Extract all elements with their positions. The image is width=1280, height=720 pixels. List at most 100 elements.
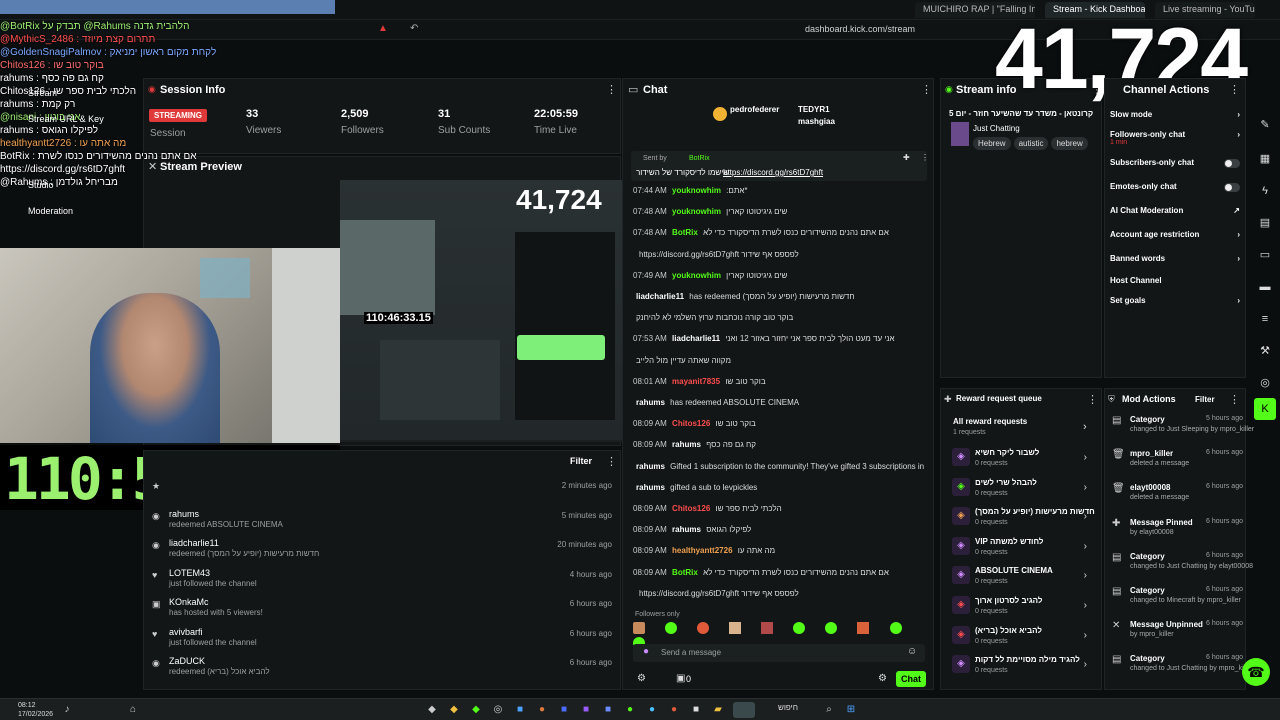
chat-message[interactable]: 07:44 AM youknowhim :אתם*	[633, 186, 925, 195]
document-icon[interactable]: ▤	[1254, 212, 1276, 234]
gear-icon[interactable]: ⚙	[878, 673, 887, 684]
obs-menu-studio[interactable]: Studio	[28, 178, 104, 192]
activity-item[interactable]: ◉ ZaDUCK redeemed להביא אוכל (בריא) 6 ho…	[150, 656, 620, 684]
chat-message[interactable]: 07:48 AM youknowhim שים גיגיטוטו קארין	[633, 207, 925, 216]
chevron-right-icon[interactable]: ›	[1083, 421, 1087, 433]
emote-icon[interactable]	[793, 622, 806, 634]
chat-message[interactable]: https://discord.gg/rs6tD7ghft לפספס אף ש…	[633, 250, 925, 259]
mic-icon[interactable]: ●	[643, 646, 649, 657]
channel-action-item[interactable]: Followers-only chat 1 min ›	[1110, 130, 1240, 148]
app-icon[interactable]: ●	[667, 703, 681, 717]
record-icon[interactable]: ▲	[378, 23, 388, 34]
app-icon[interactable]: ■	[557, 703, 571, 717]
chat-username[interactable]: rahums	[672, 440, 701, 449]
chat-input-box[interactable]: ● Send a message ☺	[633, 644, 925, 662]
chat-message[interactable]: 08:09 AM rahums לפיקלו הגואס	[633, 525, 925, 534]
chat-username[interactable]: liadcharlie11	[636, 292, 684, 301]
more-icon[interactable]: ⋮	[1229, 393, 1240, 406]
grid-icon[interactable]: ▦	[1254, 148, 1276, 170]
emote-icon[interactable]	[665, 622, 678, 634]
pin-icon[interactable]: ✚	[903, 153, 910, 162]
network-icon[interactable]: ⌂	[126, 703, 140, 717]
chat-icon[interactable]: ▭	[1254, 244, 1276, 266]
more-icon[interactable]: ⋮	[921, 153, 929, 162]
emote-icon[interactable]	[729, 622, 742, 634]
chat-message[interactable]: 08:09 AM Chitos126 הלכתי לבית ספר שו	[633, 504, 925, 513]
app-icon[interactable]: ●	[535, 703, 549, 717]
chat-username[interactable]: mayanit7835	[672, 377, 720, 386]
app-icon[interactable]: ◆	[425, 703, 439, 717]
activity-item[interactable]: ♥ LOTEM43 just followed the channel 4 ho…	[150, 568, 620, 596]
app-icon[interactable]: ■	[601, 703, 615, 717]
undo-icon[interactable]: ↶	[410, 23, 418, 34]
chat-username[interactable]: youknowhim	[672, 271, 721, 280]
chat-username[interactable]: youknowhim	[672, 186, 721, 195]
mod-action-item[interactable]: ▤ Category 5 hours ago changed to Just S…	[1110, 415, 1254, 451]
settings-icon[interactable]: ⚙	[637, 673, 646, 684]
channel-action-item[interactable]: Account age restriction ›	[1110, 230, 1240, 248]
tag[interactable]: autistic	[1013, 137, 1049, 150]
reward-item[interactable]: ◈ VIP לחודש למשתה 0 requests ›	[950, 535, 1095, 563]
chat-username[interactable]: rahums	[672, 525, 701, 534]
chat-message[interactable]: 08:09 AM Chitos126 בוקר טוב שו	[633, 419, 925, 428]
app-icon[interactable]: ■	[513, 703, 527, 717]
more-icon[interactable]: ⋮	[1229, 83, 1240, 96]
activity-item[interactable]: ◉ rahums redeemed ABSOLUTE CINEMA 5 minu…	[150, 509, 620, 537]
tag[interactable]: Hebrew	[973, 137, 1011, 150]
chat-message[interactable]: rahums Gifted 1 subscription to the comm…	[633, 462, 925, 471]
windows-start-icon[interactable]: ⊞	[844, 703, 858, 717]
people-icon[interactable]: ◎	[1254, 372, 1276, 394]
chat-username[interactable]: Chitos126	[672, 504, 710, 513]
chat-username[interactable]: BotRix	[672, 568, 698, 577]
layers-icon[interactable]: ≡	[1254, 308, 1276, 330]
activity-item[interactable]: ◉ liadcharlie11 redeemed חדשות מרעישות (…	[150, 538, 620, 566]
channel-action-item[interactable]: Emotes-only chat	[1110, 182, 1240, 200]
chat-message[interactable]: rahums gifted a sub to levpickles	[633, 483, 925, 492]
gift-icon[interactable]: ▣	[676, 673, 685, 684]
toggle-switch[interactable]	[1224, 159, 1240, 168]
mod-action-item[interactable]: 🗑 elayt00008 6 hours ago deleted a messa…	[1110, 483, 1245, 519]
app-icon[interactable]: ◎	[491, 703, 505, 717]
more-icon[interactable]: ⋮	[921, 83, 932, 96]
activity-user[interactable]: KOnkaMc	[169, 597, 209, 607]
chat-username[interactable]: youknowhim	[672, 207, 721, 216]
folder-icon[interactable]: ▰	[711, 703, 725, 717]
reward-item[interactable]: ◈ חדשות מרעישות (יופיע על המסך) 0 reques…	[950, 505, 1095, 533]
emote-icon[interactable]	[697, 622, 710, 634]
emote-icon[interactable]	[761, 622, 774, 634]
obs-menu-moderation[interactable]: Moderation	[28, 204, 104, 218]
reward-item[interactable]: ◈ להגיד מילה מסויימת לל דקות 0 requests …	[950, 653, 1095, 681]
chat-message[interactable]: https://discord.gg/rs6tD7ghft לפספס אף ש…	[633, 589, 925, 598]
chat-username[interactable]: Chitos126	[672, 419, 710, 428]
activity-user[interactable]: avivbarfi	[169, 627, 203, 637]
chat-message[interactable]: 08:09 AM rahums קח גם פה כסף	[633, 440, 925, 449]
url-field[interactable]: dashboard.kick.com/stream	[805, 24, 915, 34]
app-icon[interactable]: ◆	[447, 703, 461, 717]
stream-preview-video[interactable]: 41,724 110:46:33.15	[340, 180, 622, 442]
mod-filter-button[interactable]: Filter	[1195, 395, 1215, 404]
reward-item[interactable]: ◈ להביא אוכל (בריא) 0 requests ›	[950, 624, 1095, 652]
mod-action-item[interactable]: ▤ Category 6 hours ago changed to Minecr…	[1110, 586, 1245, 622]
activity-filter-button[interactable]: Filter	[570, 456, 592, 466]
chat-username[interactable]: liadcharlie11	[672, 334, 720, 343]
chat-message[interactable]: liadcharlie11 has redeemed חדשות מרעישות…	[633, 292, 925, 301]
emote-icon[interactable]	[633, 622, 645, 634]
reward-item[interactable]: ◈ להגיב לסרטון ארוך 0 requests ›	[950, 594, 1095, 622]
channel-action-item[interactable]: Slow mode ›	[1110, 110, 1240, 128]
app-thumbnail[interactable]	[733, 702, 755, 718]
mod-action-item[interactable]: ✚ Message Pinned 6 hours ago by elayt000…	[1110, 518, 1245, 554]
video-icon[interactable]: ▬	[1254, 276, 1276, 298]
chat-username[interactable]: healthyantt2726	[672, 546, 732, 555]
more-icon[interactable]: ⋮	[1087, 393, 1098, 406]
activity-user[interactable]: liadcharlie11	[169, 538, 219, 548]
channel-action-item[interactable]: AI Chat Moderation ↗	[1110, 206, 1240, 224]
chat-message[interactable]: 07:53 AM liadcharlie11 אני עד מעט הולך ל…	[633, 334, 925, 343]
wrench-icon[interactable]: ⚒	[1254, 340, 1276, 362]
activity-item[interactable]: ▣ KOnkaMc has hosted with 5 viewers! 6 h…	[150, 597, 620, 625]
send-chat-button[interactable]: Chat	[896, 671, 926, 687]
search-icon[interactable]: ⌕	[822, 703, 836, 717]
chat-username[interactable]: BotRix	[672, 228, 698, 237]
tag[interactable]: hebrew	[1051, 137, 1088, 150]
pinned-link[interactable]: https://discord.gg/rs6tD7ghft	[723, 168, 823, 177]
chat-message[interactable]: 08:09 AM BotRix אם אתם נהנים מהשידורים כ…	[633, 568, 925, 577]
